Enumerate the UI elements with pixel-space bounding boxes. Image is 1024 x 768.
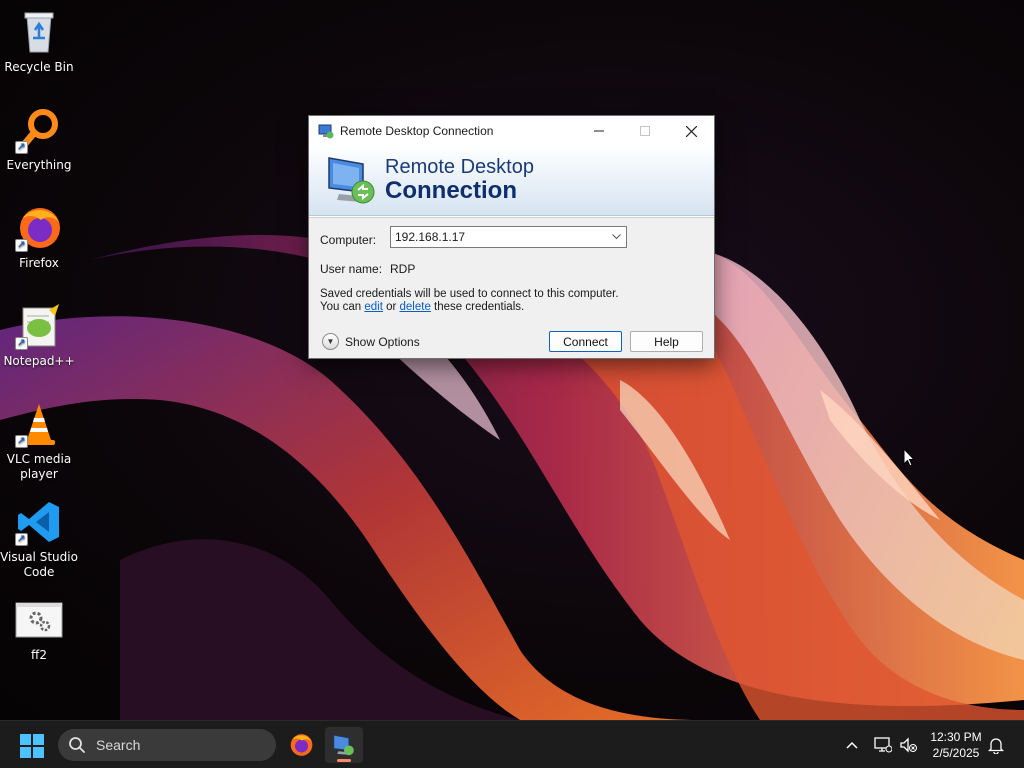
shortcut-arrow-icon: ↗ <box>15 435 28 448</box>
show-options-toggle[interactable]: ▼ Show Options <box>322 333 420 350</box>
bell-icon <box>988 738 1004 754</box>
close-button[interactable] <box>668 116 714 146</box>
banner-title-line1: Remote Desktop <box>385 156 534 178</box>
window-title: Remote Desktop Connection <box>340 124 494 138</box>
username-value: RDP <box>390 262 416 276</box>
shortcut-arrow-icon: ↗ <box>15 337 28 350</box>
delete-credentials-link[interactable]: delete <box>400 301 431 313</box>
remote-desktop-monitor-icon <box>325 154 379 206</box>
desktop-icon-recycle-bin[interactable]: Recycle Bin <box>0 8 78 75</box>
desktop-icon-firefox[interactable]: ↗ Firefox <box>0 204 78 271</box>
desktop-icon-notepad-plus-plus[interactable]: ↗ Notepad++ <box>0 302 78 369</box>
rdc-banner: Remote Desktop Connection <box>309 146 714 216</box>
chevron-up-icon <box>846 741 858 749</box>
show-hidden-icons-button[interactable] <box>842 735 862 755</box>
window-titlebar[interactable]: Remote Desktop Connection <box>309 116 714 146</box>
notepad-plus-plus-icon: ↗ <box>15 302 63 350</box>
help-button[interactable]: Help <box>630 331 703 352</box>
shortcut-arrow-icon: ↗ <box>15 141 28 154</box>
search-icon <box>69 737 85 753</box>
edit-credentials-link[interactable]: edit <box>364 301 383 313</box>
desktop-icon-vlc[interactable]: ↗ VLC media player <box>0 400 78 482</box>
desktop-icon-label: ff2 <box>31 648 47 662</box>
cred-or-text: or <box>382 301 400 313</box>
remote-desktop-app-icon <box>318 123 334 139</box>
vlc-cone-icon: ↗ <box>15 400 63 448</box>
connection-form: Computer: 192.168.1.17 User name: RDP Sa… <box>309 218 714 358</box>
taskbar-clock[interactable]: 12:30 PM 2/5/2025 <box>920 729 992 761</box>
banner-title-line2: Connection <box>385 177 517 204</box>
windows-logo-icon <box>20 734 44 758</box>
volume-button[interactable] <box>899 735 919 755</box>
taskbar-remote-desktop-button[interactable] <box>325 727 363 763</box>
desktop-icon-label: Visual Studio Code <box>0 550 78 579</box>
show-options-label[interactable]: Show Options <box>345 335 420 349</box>
clock-time[interactable]: 12:30 PM <box>920 729 992 745</box>
remote-desktop-connection-window[interactable]: Remote Desktop Connection Remote Desktop… <box>308 115 715 359</box>
search-placeholder[interactable]: Search <box>96 737 140 753</box>
saved-credentials-text: Saved credentials will be used to connec… <box>320 288 619 300</box>
desktop-icon-label: Notepad++ <box>3 354 75 368</box>
computer-value[interactable]: 192.168.1.17 <box>395 230 606 244</box>
credentials-actions-text: You can edit or delete these credentials… <box>320 301 524 313</box>
connect-button[interactable]: Connect <box>549 331 622 352</box>
computer-label: Computer: <box>320 233 377 247</box>
everything-search-icon: ↗ <box>15 106 63 154</box>
maximize-button[interactable] <box>622 116 668 146</box>
firefox-icon <box>290 734 313 756</box>
desktop-wallpaper <box>0 0 1024 720</box>
taskbar-search-box[interactable]: Search <box>58 729 276 761</box>
settings-file-icon <box>15 596 63 644</box>
vscode-icon: ↗ <box>15 498 63 546</box>
recycle-bin-icon <box>15 8 63 56</box>
start-button[interactable] <box>20 734 44 758</box>
desktop-icon-vscode[interactable]: ↗ Visual Studio Code <box>0 498 78 580</box>
notifications-button[interactable] <box>986 735 1006 755</box>
desktop-icon-everything[interactable]: ↗ Everything <box>0 106 78 173</box>
firefox-icon: ↗ <box>15 204 63 252</box>
mouse-cursor-icon <box>903 447 916 472</box>
minimize-button[interactable] <box>576 116 622 146</box>
chevron-down-icon[interactable] <box>606 232 626 243</box>
maximize-icon <box>640 126 650 136</box>
desktop-icon-label: VLC media player <box>6 452 72 481</box>
desktop-icon-label: Firefox <box>19 256 59 270</box>
active-app-indicator <box>337 759 351 762</box>
speaker-muted-icon <box>900 737 917 753</box>
computer-combobox[interactable]: 192.168.1.17 <box>390 226 627 248</box>
cred-prefix-text: You can <box>320 301 365 313</box>
shortcut-arrow-icon: ↗ <box>15 533 28 546</box>
network-disconnected-icon <box>874 737 892 753</box>
desktop-icon-label: Recycle Bin <box>4 60 74 74</box>
close-icon <box>685 125 697 137</box>
network-status-button[interactable] <box>873 735 893 755</box>
cred-suffix-text: these credentials. <box>430 301 525 313</box>
clock-date[interactable]: 2/5/2025 <box>920 745 992 761</box>
minimize-icon <box>594 130 604 132</box>
remote-desktop-monitor-icon <box>333 734 354 756</box>
shortcut-arrow-icon: ↗ <box>15 239 28 252</box>
expand-chevron-icon[interactable]: ▼ <box>322 333 339 350</box>
desktop-icon-label: Everything <box>6 158 72 172</box>
username-label: User name: <box>320 262 383 276</box>
desktop-icon-ff2[interactable]: ff2 <box>0 596 78 663</box>
taskbar-firefox-button[interactable] <box>282 727 320 763</box>
taskbar: Search 12:30 PM 2/5/2025 <box>0 720 1024 768</box>
